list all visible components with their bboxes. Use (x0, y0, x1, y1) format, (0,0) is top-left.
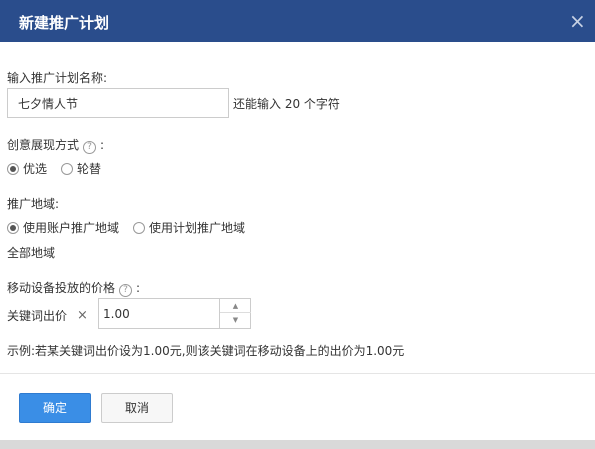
region-label: 推广地域: (7, 197, 60, 211)
mobile-price-label: 移动设备投放的价格 (7, 281, 116, 295)
new-campaign-dialog: 新建推广计划 × 输入推广计划名称: 还能输入 20 个字符 创意展现方式?: … (0, 0, 595, 449)
cancel-button[interactable]: 取消 (101, 393, 173, 423)
display-mode-colon: : (100, 138, 105, 152)
bottom-scroll-strip (0, 440, 595, 449)
price-multiplier-input[interactable] (99, 299, 220, 328)
region-option-campaign[interactable]: 使用计划推广地域 (133, 219, 245, 236)
mobile-price-colon: : (136, 281, 141, 295)
display-mode-label-row: 创意展现方式?: (7, 136, 104, 154)
spinner: ▲ ▼ (219, 299, 251, 328)
radio-selected-icon[interactable] (7, 162, 19, 175)
decrement-icon[interactable]: ▼ (220, 313, 251, 327)
price-stepper: ▲ ▼ (98, 298, 251, 329)
display-mode-option-label: 轮替 (77, 162, 102, 176)
region-option-label: 使用计划推广地域 (149, 221, 246, 235)
ok-button[interactable]: 确定 (19, 393, 91, 423)
display-mode-option-rotate[interactable]: 轮替 (61, 160, 101, 177)
radio-unselected-icon[interactable] (133, 221, 146, 234)
radio-unselected-icon[interactable] (61, 162, 74, 175)
region-value: 全部地域 (7, 246, 56, 260)
footer-divider (0, 373, 595, 374)
radio-selected-icon[interactable] (7, 221, 19, 234)
help-icon[interactable]: ? (83, 141, 97, 154)
close-icon[interactable]: × (569, 10, 586, 32)
plan-name-char-hint: 还能输入 20 个字符 (233, 97, 340, 111)
multiply-icon: × (77, 308, 88, 323)
display-mode-option-preferred[interactable]: 优选 (7, 160, 47, 177)
plan-name-input[interactable] (7, 88, 229, 118)
display-mode-option-label: 优选 (23, 162, 48, 176)
help-icon[interactable]: ? (119, 284, 133, 297)
dialog-title: 新建推广计划 (19, 14, 110, 32)
display-mode-options: 优选 轮替 (7, 160, 101, 177)
region-options: 使用账户推广地域 使用计划推广地域 (7, 219, 245, 236)
region-option-label: 使用账户推广地域 (23, 221, 120, 235)
mobile-price-label-row: 移动设备投放的价格?: (7, 279, 140, 297)
region-option-account[interactable]: 使用账户推广地域 (7, 219, 119, 236)
bid-label: 关键词出价 (7, 309, 68, 323)
increment-icon[interactable]: ▲ (220, 299, 251, 313)
price-example-text: 示例:若某关键词出价设为1.00元,则该关键词在移动设备上的出价为1.00元 (7, 344, 405, 358)
dialog-titlebar: 新建推广计划 × (0, 0, 595, 42)
display-mode-label: 创意展现方式 (7, 138, 80, 152)
plan-name-label: 输入推广计划名称: (7, 71, 108, 85)
